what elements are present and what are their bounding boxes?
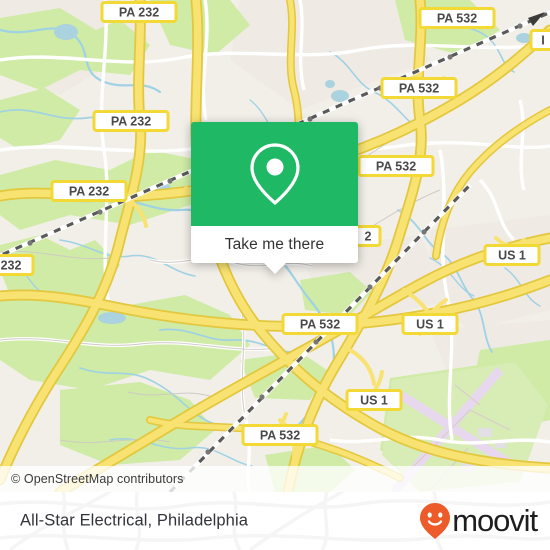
road-shield-label: US 1 (360, 394, 388, 408)
map-popup-card[interactable]: Take me there (191, 122, 358, 274)
road-shield: US 1 (401, 313, 459, 335)
road-shield: PA 532 (418, 7, 496, 29)
popup-header (191, 122, 358, 226)
road-shield: PA 532 (357, 155, 435, 177)
attribution-text: © OpenStreetMap contributors (11, 472, 184, 486)
location-pin-icon (249, 143, 300, 205)
moovit-wordmark: moovit (452, 503, 538, 538)
road-shield-label: 232 (1, 259, 22, 273)
popup-pointer (263, 263, 286, 274)
moovit-smiley-pin-icon (420, 503, 451, 539)
footer-bar: All-Star Electrical, Philadelphia moovit (0, 492, 550, 550)
road-shield: 2 (354, 225, 382, 247)
road-shield: PA 232 (92, 110, 170, 132)
road-shield-label: PA 532 (437, 12, 477, 26)
road-shield: PA 532 (281, 313, 359, 335)
location-title: All-Star Electrical, Philadelphia (20, 511, 248, 530)
road-shield-label: US 1 (498, 249, 526, 263)
road-shield-label: PA 232 (69, 185, 109, 199)
take-me-there-label: Take me there (224, 235, 325, 253)
road-shield: PA 532 (380, 77, 458, 99)
road-shield-label: PA 532 (260, 429, 300, 443)
road-shield: US 1 (345, 389, 403, 411)
road-shield-label: US 1 (416, 318, 444, 332)
road-shield: US 1 (483, 244, 541, 266)
road-shield: PA 232 (50, 180, 128, 202)
road-shield-label: PA 232 (119, 6, 159, 20)
moovit-logo[interactable]: moovit (419, 502, 538, 540)
road-shield-label: PA 532 (376, 160, 416, 174)
road-shield-label: PA 532 (399, 82, 439, 96)
road-shield: PA 232 (100, 1, 178, 23)
map-attribution: © OpenStreetMap contributors (0, 466, 550, 492)
map-screenshot: PA 232 PA 532 PA 532 I PA 232 PA 532 PA 232 232… (0, 0, 550, 550)
popup-action[interactable]: Take me there (191, 226, 358, 274)
road-shield-label: I (541, 34, 544, 48)
road-shield: PA 532 (241, 424, 319, 446)
road-shield: 232 (0, 254, 35, 276)
road-shield-label: PA 232 (111, 115, 151, 129)
road-shield-label: PA 532 (300, 318, 340, 332)
road-shield: I (529, 29, 550, 51)
road-shield-label: 2 (365, 230, 372, 244)
